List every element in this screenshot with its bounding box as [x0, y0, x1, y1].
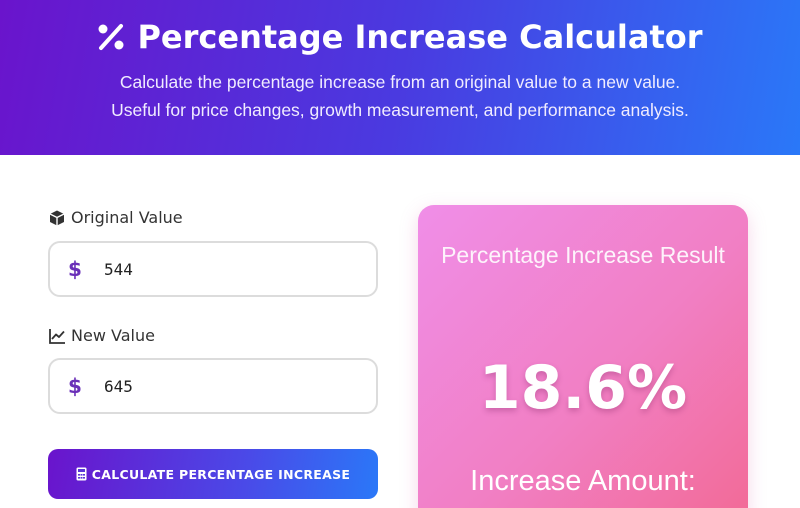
calculate-button[interactable]: CALCULATE PERCENTAGE INCREASE: [48, 449, 378, 499]
calculate-button-label: CALCULATE PERCENTAGE INCREASE: [91, 466, 351, 482]
original-value-input[interactable]: [104, 259, 344, 279]
new-value-label: New Value: [48, 326, 155, 345]
page-title: Percentage Increase Calculator: [137, 18, 703, 56]
title-row: Percentage Increase Calculator: [0, 18, 800, 56]
cube-icon: [49, 210, 65, 225]
header-banner: Percentage Increase Calculator Calculate…: [0, 0, 800, 155]
dollar-icon: $: [68, 257, 82, 281]
new-value-field[interactable]: $: [48, 358, 378, 414]
result-card: Percentage Increase Result 18.6% Increas…: [418, 205, 748, 508]
subtitle-line-1: Calculate the percentage increase from a…: [119, 72, 681, 92]
original-value-label-text: Original Value: [71, 208, 183, 227]
subtitle-line-2: Useful for price changes, growth measure…: [111, 100, 689, 120]
result-title: Percentage Increase Result: [441, 242, 725, 268]
increase-amount-label: Increase Amount:: [470, 465, 696, 497]
dollar-icon: $: [68, 374, 82, 398]
original-value-label: Original Value: [48, 208, 183, 227]
original-value-field[interactable]: $: [48, 241, 378, 297]
result-percentage: 18.6%: [478, 353, 688, 423]
new-value-input[interactable]: [104, 376, 344, 396]
percent-icon: [98, 24, 124, 50]
new-value-label-text: New Value: [71, 326, 155, 345]
chart-line-icon: [49, 328, 65, 344]
calculator-icon: [76, 467, 87, 481]
